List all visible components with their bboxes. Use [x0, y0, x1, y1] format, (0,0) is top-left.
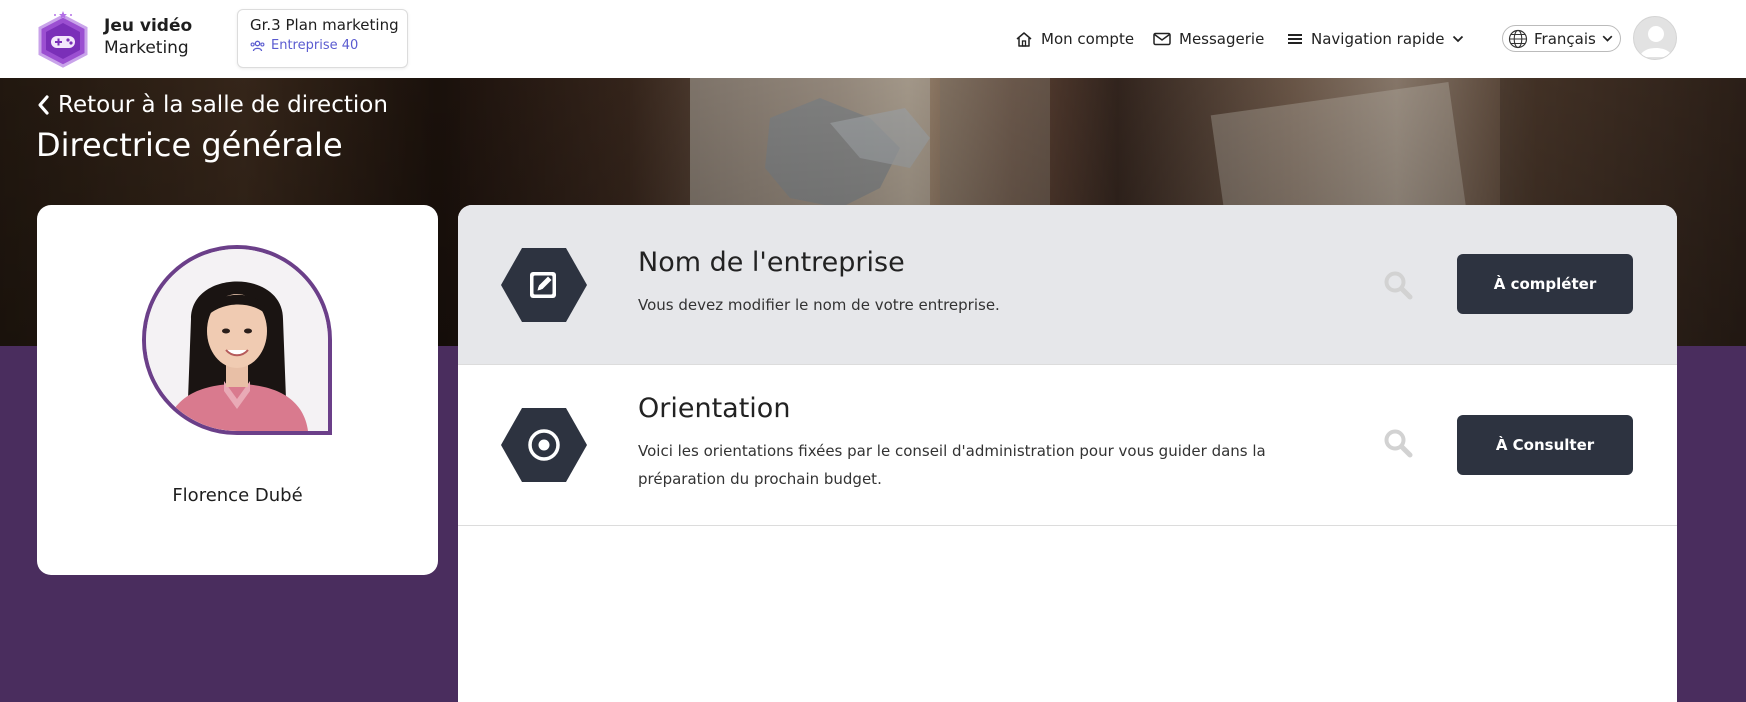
nav-messages[interactable]: Messagerie [1153, 0, 1264, 78]
gamepad-hexagon-icon[interactable] [36, 10, 90, 68]
nav-messages-label: Messagerie [1179, 30, 1265, 48]
search-icon[interactable] [1382, 427, 1414, 459]
company-name: Entreprise 40 [271, 38, 359, 53]
language-label: Français [1534, 29, 1596, 48]
game-title: Gr.3 Plan marketing [250, 16, 399, 34]
nav-account-label: Mon compte [1041, 30, 1135, 48]
consult-button[interactable]: À Consulter [1457, 415, 1633, 475]
task-title: Orientation [638, 393, 791, 424]
profile-portrait [142, 245, 332, 435]
nav-quick-label: Navigation rapide [1311, 30, 1445, 48]
chevron-down-icon [1602, 35, 1613, 42]
nav-quick-navigation[interactable]: Navigation rapide [1287, 0, 1464, 78]
profile-card: Florence Dubé [37, 205, 438, 575]
back-link[interactable]: Retour à la salle de direction [36, 92, 388, 118]
user-placeholder-icon [1640, 26, 1672, 57]
task-description: Vous devez modifier le nom de votre entr… [638, 296, 1000, 314]
brand-line-2: Marketing [104, 38, 189, 58]
tasks-panel: Nom de l'entreprise Vous devez modifier … [458, 205, 1677, 702]
task-row: Nom de l'entreprise Vous devez modifier … [458, 205, 1677, 365]
top-header: Jeu vidéo Marketing Gr.3 Plan marketing … [0, 0, 1746, 78]
task-description: Voici les orientations fixées par le con… [638, 442, 1266, 488]
chevron-left-icon [38, 95, 49, 115]
complete-button[interactable]: À compléter [1457, 254, 1633, 314]
users-icon [250, 40, 265, 51]
hamburger-menu-icon [1288, 34, 1302, 44]
globe-icon [1508, 29, 1528, 48]
game-selector[interactable]: Gr.3 Plan marketing Entreprise 40 [237, 9, 408, 68]
task-title: Nom de l'entreprise [638, 247, 905, 278]
back-link-label: Retour à la salle de direction [58, 92, 388, 118]
language-select[interactable]: Français [1502, 25, 1621, 52]
brand-line-1: Jeu vidéo [104, 16, 193, 36]
task-row: Orientation Voici les orientations fixée… [458, 365, 1677, 526]
home-icon [1016, 31, 1032, 47]
company-label: Entreprise 40 [250, 38, 395, 53]
chevron-down-icon [1453, 35, 1464, 43]
search-icon[interactable] [1382, 269, 1414, 301]
envelope-icon [1153, 32, 1171, 46]
edit-icon [501, 248, 587, 322]
user-avatar[interactable] [1633, 16, 1677, 60]
target-icon [501, 408, 587, 482]
portrait-photo [146, 249, 328, 431]
brand-name: Jeu vidéo Marketing [104, 15, 192, 59]
profile-name: Florence Dubé [172, 485, 303, 506]
nav-account[interactable]: Mon compte [1015, 0, 1134, 78]
page-title: Directrice générale [36, 126, 343, 164]
